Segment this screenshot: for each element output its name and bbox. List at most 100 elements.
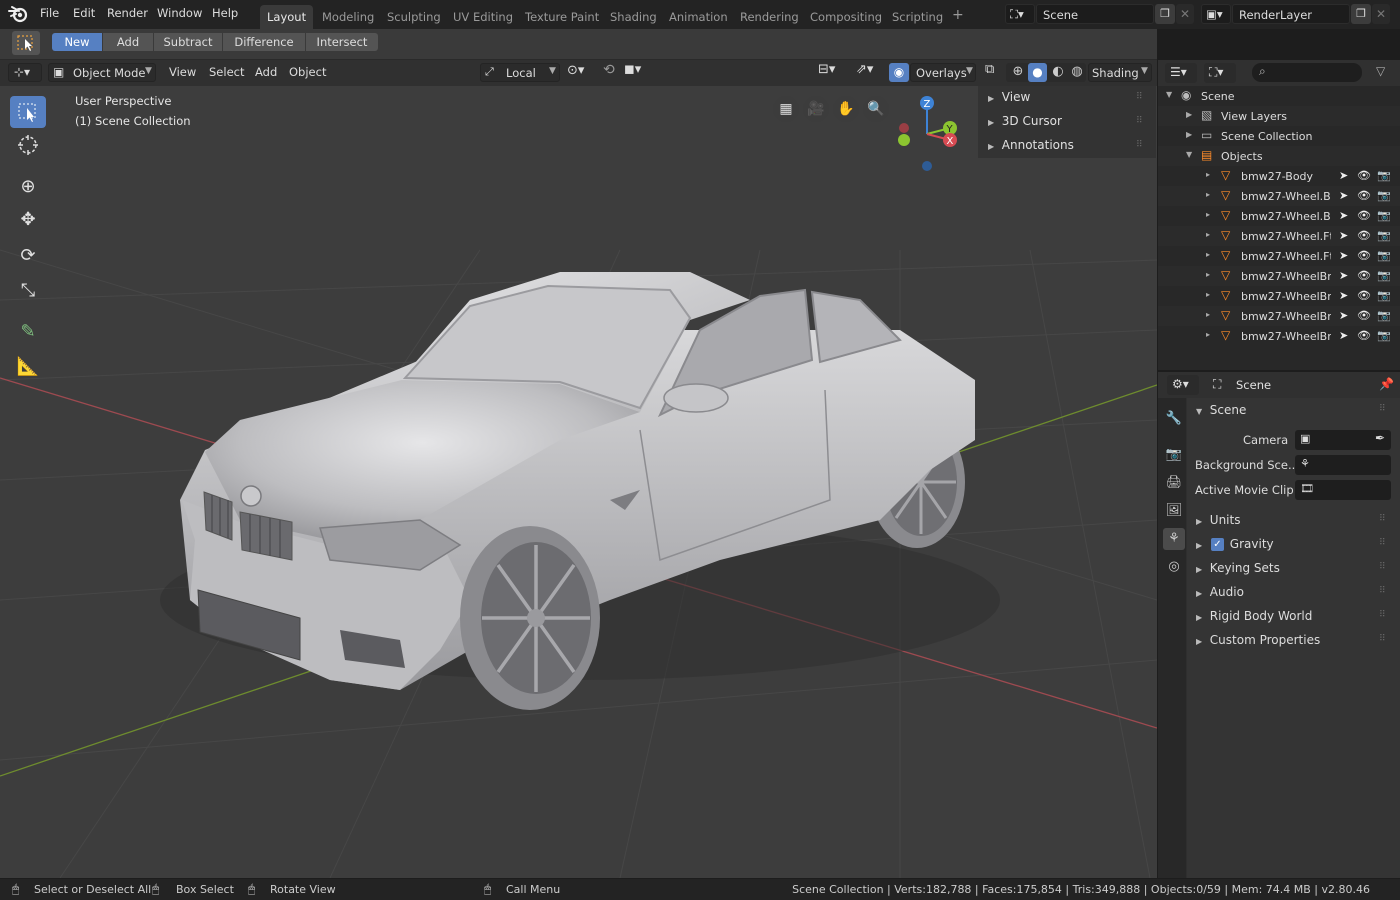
menu-window[interactable]: Window [157, 6, 202, 20]
overlays-toggle-icon[interactable]: ◉ [889, 63, 909, 82]
drag-handle-icon[interactable]: ⠿ [1136, 140, 1143, 150]
gizmo-neg-x[interactable] [899, 123, 909, 133]
view-layer-props-tab-icon[interactable]: 🖼 [1163, 500, 1185, 522]
tab-compositing[interactable]: Compositing [803, 5, 889, 29]
pin-icon[interactable]: 📌 [1379, 377, 1394, 391]
expand-arrow-icon[interactable]: ▸ [1206, 250, 1210, 259]
drag-handle-icon[interactable]: ⠿ [1379, 610, 1386, 620]
visibility-eye-icon[interactable]: 👁 [1357, 249, 1371, 262]
drag-handle-icon[interactable]: ⠿ [1379, 404, 1386, 414]
render-toggle-icon[interactable]: 📷 [1377, 249, 1391, 262]
outliner-object-row[interactable]: ▸ ▽ bmw27-WheelBra ➤ 👁 📷 [1158, 306, 1400, 326]
toggle-camera-ortho-icon[interactable]: ▦ [773, 96, 799, 122]
render-toggle-icon[interactable]: 📷 [1377, 209, 1391, 222]
outliner-search-input[interactable]: ⌕ [1252, 63, 1362, 82]
outliner-row-objects[interactable]: ▼ ▤ Objects [1158, 146, 1400, 166]
visibility-eye-icon[interactable]: 👁 [1357, 229, 1371, 242]
npanel-view[interactable]: ▶ View [988, 90, 1030, 104]
renderlayer-close-icon[interactable]: ✕ [1372, 4, 1390, 24]
active-tool-icon[interactable] [12, 31, 40, 55]
measure-tool[interactable]: 📐 [10, 350, 46, 382]
tab-modeling[interactable]: Modeling [315, 5, 381, 29]
npanel-3d-cursor[interactable]: ▶ 3D Cursor [988, 114, 1062, 128]
tool-props-tab-icon[interactable]: 🔧 [1163, 408, 1185, 430]
menu-render[interactable]: Render [107, 6, 148, 20]
visibility-eye-icon[interactable]: 👁 [1357, 209, 1371, 222]
renderlayer-selector-button[interactable]: ▣▾ [1201, 4, 1231, 24]
scene-selector-button[interactable]: ⛶▾ [1005, 4, 1035, 24]
expand-arrow-icon[interactable]: ▸ [1206, 270, 1210, 279]
gizmo-neg-z[interactable] [922, 161, 932, 171]
scene-props-tab-icon[interactable]: ⚘ [1163, 528, 1185, 550]
gravity-checkbox[interactable]: ✓ [1211, 538, 1224, 551]
units-panel[interactable]: ▶ Units [1196, 513, 1240, 527]
npanel-annotations[interactable]: ▶ Annotations [988, 138, 1074, 152]
overlays-dropdown[interactable]: Overlays ▼ [910, 63, 976, 82]
drag-handle-icon[interactable]: ⠿ [1379, 586, 1386, 596]
select-box-tool[interactable] [10, 96, 46, 128]
outliner-object-row[interactable]: ▸ ▽ bmw27-Wheel.Bk ➤ 👁 📷 [1158, 186, 1400, 206]
viewport-menu-view[interactable]: View [169, 65, 196, 79]
outliner-object-row[interactable]: ▸ ▽ bmw27-Wheel.Bk ➤ 👁 📷 [1158, 206, 1400, 226]
rigid-body-world-panel[interactable]: ▶ Rigid Body World [1196, 609, 1312, 623]
expand-arrow-icon[interactable]: ▸ [1206, 170, 1210, 179]
solid-shading-icon[interactable]: ● [1028, 63, 1047, 82]
mode-add-button[interactable]: Add [103, 33, 153, 51]
tab-shading[interactable]: Shading [603, 5, 664, 29]
keying-sets-panel[interactable]: ▶ Keying Sets [1196, 561, 1280, 575]
transform-orientation-dropdown[interactable]: ⤢ Local ▼ [480, 63, 560, 82]
outliner-object-row[interactable]: ▸ ▽ bmw27-WheelBra ➤ 👁 📷 [1158, 286, 1400, 306]
selectable-toggle-icon[interactable]: ➤ [1339, 289, 1348, 302]
tab-scripting[interactable]: Scripting [885, 5, 950, 29]
expand-arrow-icon[interactable]: ▶ [1186, 110, 1192, 119]
tab-texture-paint[interactable]: Texture Paint [518, 5, 606, 29]
custom-properties-panel[interactable]: ▶ Custom Properties [1196, 633, 1320, 647]
eyedropper-icon[interactable]: ✒ [1375, 431, 1385, 445]
scale-tool[interactable]: ⤡ [10, 274, 46, 306]
expand-arrow-icon[interactable]: ▶ [1186, 130, 1192, 139]
camera-field[interactable]: ▣ ✒ [1295, 430, 1391, 450]
tab-sculpting[interactable]: Sculpting [380, 5, 448, 29]
move-tool[interactable]: ⊕ [10, 170, 46, 202]
selectable-toggle-icon[interactable]: ➤ [1339, 309, 1348, 322]
translate-tool[interactable]: ✥ [10, 203, 46, 235]
visibility-eye-icon[interactable]: 👁 [1357, 329, 1371, 342]
scene-name-field[interactable]: Scene [1036, 4, 1154, 24]
outliner-object-row[interactable]: ▸ ▽ bmw27-Wheel.Ft. ➤ 👁 📷 [1158, 246, 1400, 266]
renderlayer-name-field[interactable]: RenderLayer [1232, 4, 1350, 24]
drag-handle-icon[interactable]: ⠿ [1379, 538, 1386, 548]
visibility-eye-icon[interactable]: 👁 [1357, 189, 1371, 202]
expand-arrow-icon[interactable]: ▸ [1206, 230, 1210, 239]
selectable-toggle-icon[interactable]: ➤ [1339, 189, 1348, 202]
pivot-point-icon[interactable]: ⊙▾ [567, 63, 584, 78]
visibility-eye-icon[interactable]: 👁 [1357, 309, 1371, 322]
editor-type-button[interactable]: ⊹▾ [8, 63, 42, 82]
pan-hand-icon[interactable]: ✋ [833, 96, 859, 122]
active-movie-clip-field[interactable]: 🎞 [1295, 480, 1391, 500]
annotate-tool[interactable]: ✎ [10, 315, 46, 347]
selectable-toggle-icon[interactable]: ➤ [1339, 269, 1348, 282]
menu-edit[interactable]: Edit [73, 6, 95, 20]
outliner-row-collection[interactable]: ▶ ▭ Scene Collection [1158, 126, 1400, 146]
object-mode-dropdown[interactable]: ▣ Object Mode ▼ [48, 63, 156, 82]
gizmo-neg-y[interactable] [898, 134, 910, 146]
scene-copy-icon[interactable]: ❐ [1155, 4, 1175, 24]
mode-new-button[interactable]: New [52, 33, 102, 51]
expand-arrow-icon[interactable]: ▼ [1186, 150, 1192, 159]
expand-arrow-icon[interactable]: ▸ [1206, 210, 1210, 219]
outliner-row-scene[interactable]: ▼ ◉ Scene [1158, 86, 1400, 106]
visibility-eye-icon[interactable]: 👁 [1357, 169, 1371, 182]
render-toggle-icon[interactable]: 📷 [1377, 169, 1391, 182]
render-toggle-icon[interactable]: 📷 [1377, 269, 1391, 282]
outliner-object-row[interactable]: ▸ ▽ bmw27-Wheel.Ft. ➤ 👁 📷 [1158, 226, 1400, 246]
render-props-tab-icon[interactable]: 📷 [1163, 444, 1185, 466]
viewport-menu-add[interactable]: Add [255, 65, 277, 79]
visibility-eye-icon[interactable]: 👁 [1357, 269, 1371, 282]
drag-handle-icon[interactable]: ⠿ [1136, 92, 1143, 102]
snap-icon[interactable]: ⟲ [603, 62, 615, 78]
drag-handle-icon[interactable]: ⠿ [1136, 116, 1143, 126]
tab-uv-editing[interactable]: UV Editing [446, 5, 520, 29]
outliner-editor-type-icon[interactable]: ☰▾ [1165, 63, 1197, 83]
render-toggle-icon[interactable]: 📷 [1377, 229, 1391, 242]
menu-help[interactable]: Help [212, 6, 238, 20]
